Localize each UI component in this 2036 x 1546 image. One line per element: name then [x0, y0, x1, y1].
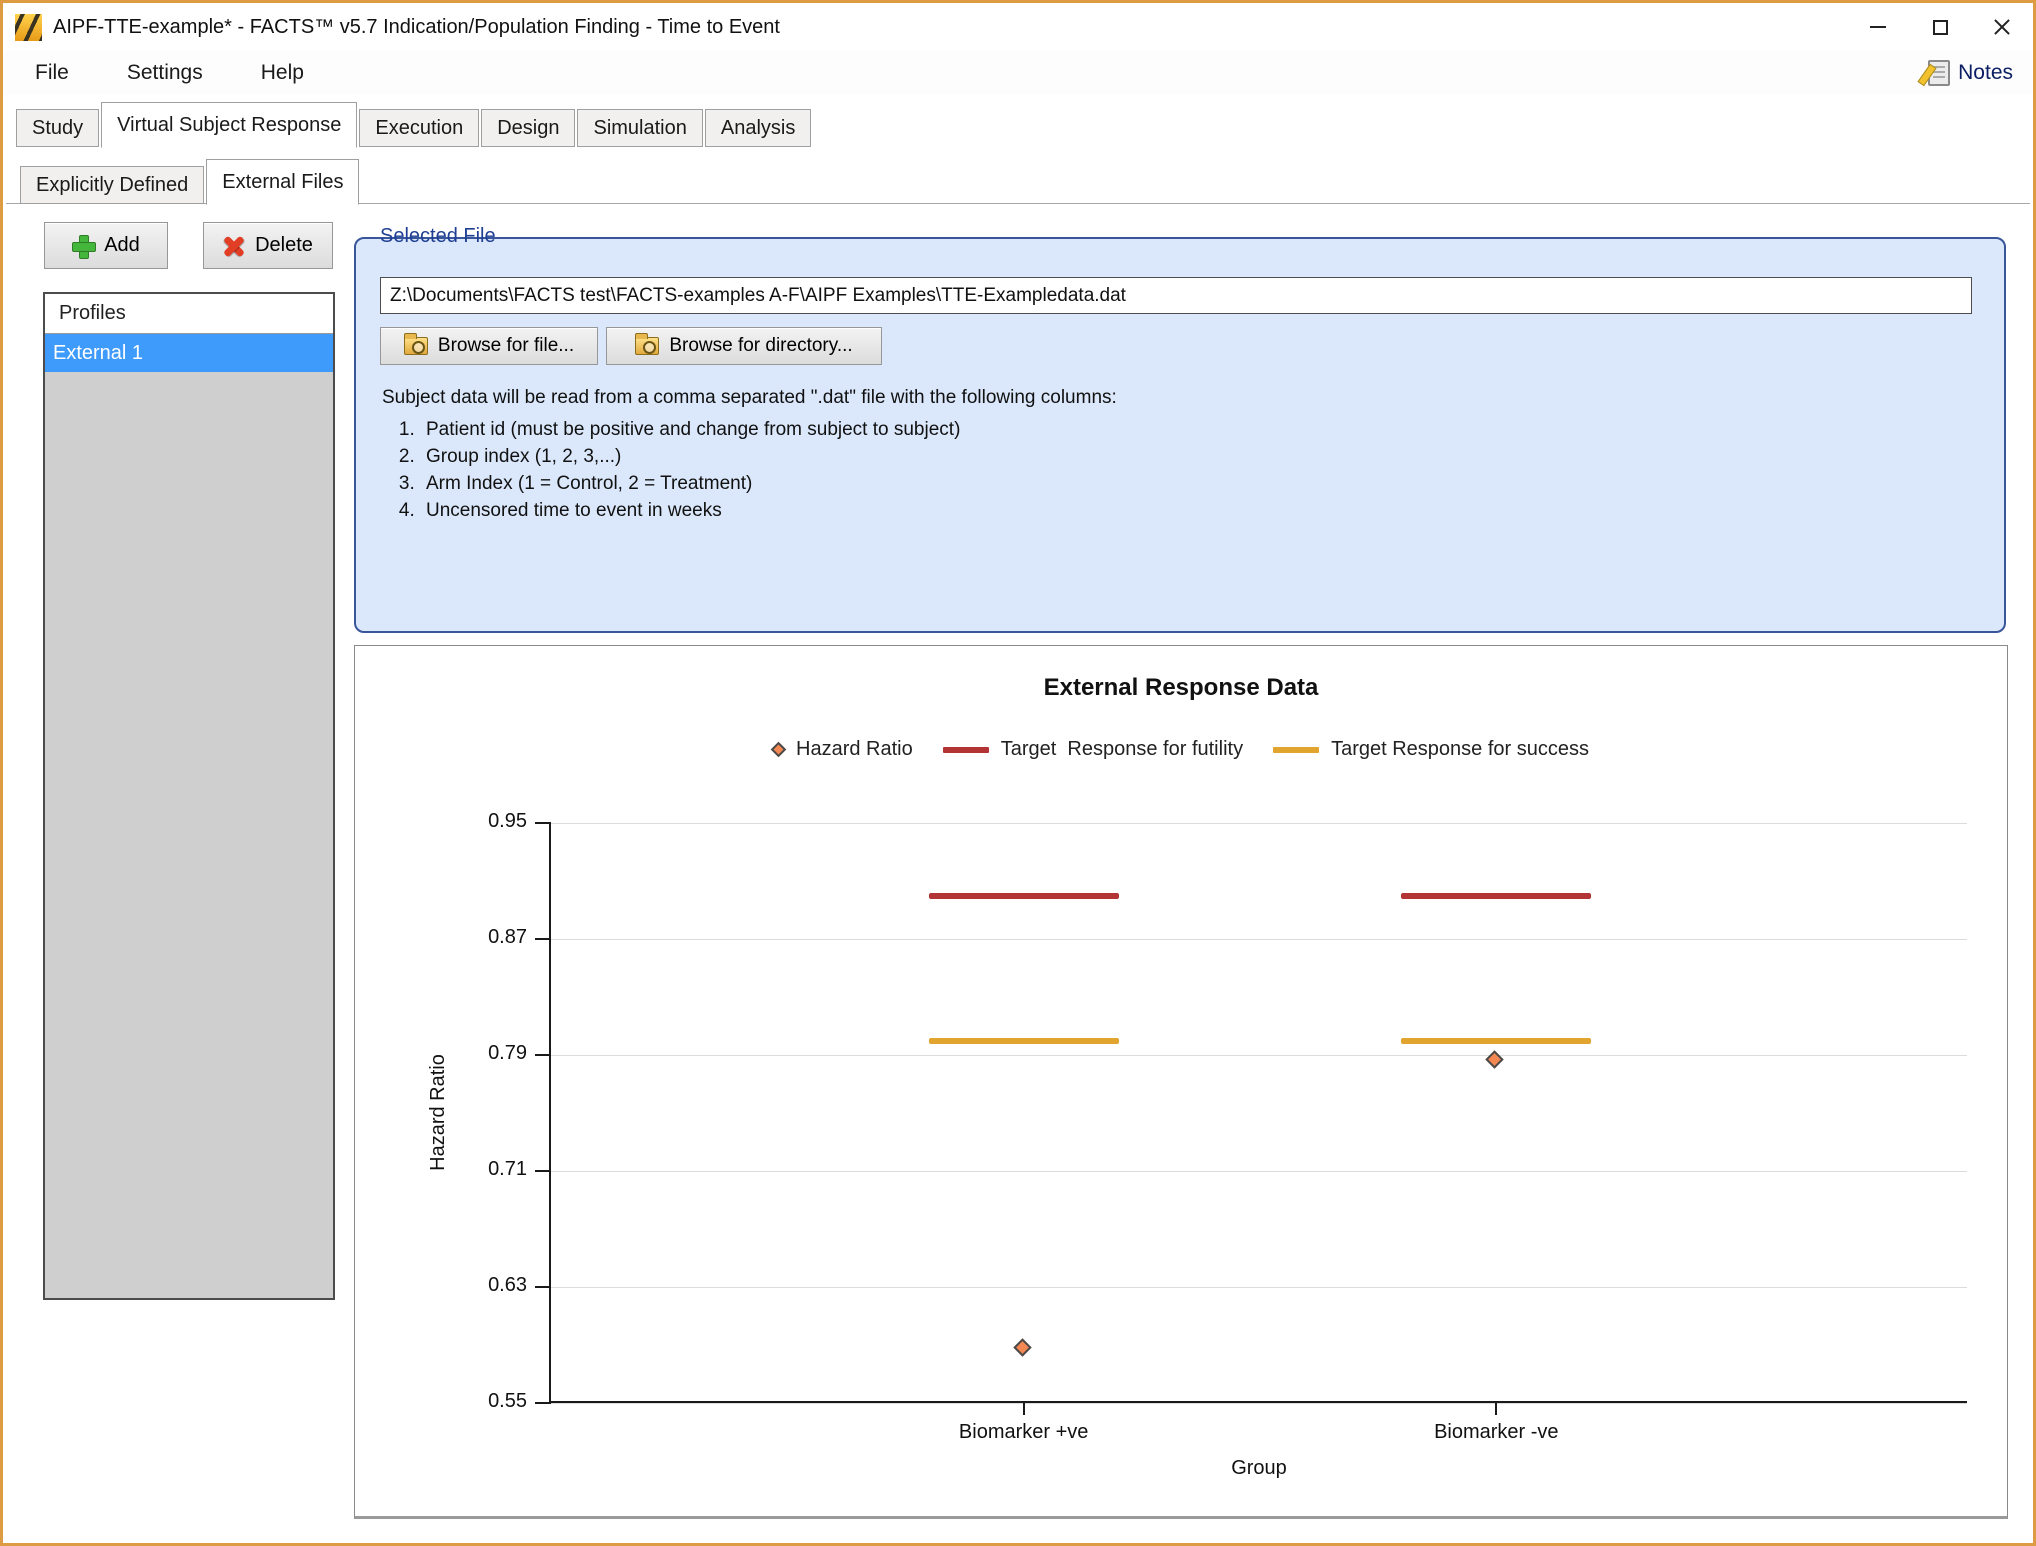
y-tick-mark: [535, 1402, 551, 1404]
chart-legend: Hazard Ratio Target Response for futility…: [355, 738, 2007, 761]
menu-bar: File Settings Help Notes: [3, 51, 2033, 95]
menu-file[interactable]: File: [29, 57, 75, 89]
y-tick-mark: [535, 1054, 551, 1056]
hazard-ratio-point: [1013, 1339, 1031, 1357]
delete-x-icon: [223, 235, 245, 257]
target-response-segment: [1401, 1038, 1591, 1044]
sub-tab-strip: Explicitly Defined External Files: [20, 158, 359, 204]
add-plus-icon: [72, 235, 94, 257]
profile-item-external-1[interactable]: External 1: [45, 334, 333, 372]
y-tick-label: 0.63: [459, 1274, 527, 1297]
window-controls: [1847, 3, 2033, 51]
legend-label: Target Response for futility: [1001, 738, 1243, 761]
gridline: [551, 939, 1967, 940]
add-button[interactable]: Add: [44, 222, 168, 269]
file-column-item: Arm Index (1 = Control, 2 = Treatment): [420, 471, 960, 497]
external-files-page: Add Delete Profiles External 1 Selected …: [6, 203, 2030, 1540]
delete-button-label: Delete: [255, 234, 313, 257]
y-tick-mark: [535, 1286, 551, 1288]
file-column-list: Patient id (must be positive and change …: [420, 417, 960, 525]
notes-button[interactable]: Notes: [1928, 60, 2013, 86]
tab-execution[interactable]: Execution: [359, 109, 479, 147]
tab-explicitly-defined[interactable]: Explicitly Defined: [20, 166, 204, 204]
gridline: [551, 823, 1967, 824]
main-tab-strip: Study Virtual Subject Response Execution…: [16, 101, 811, 147]
x-category-label: Biomarker -ve: [1346, 1421, 1646, 1444]
plot-area: Hazard Ratio Group 0.950.870.790.710.630…: [549, 823, 1967, 1403]
delete-button[interactable]: Delete: [203, 222, 333, 269]
file-column-item: Uncensored time to event in weeks: [420, 498, 960, 524]
profiles-list: Profiles External 1: [43, 292, 335, 1300]
legend-label: Hazard Ratio: [796, 738, 913, 761]
hazard-ratio-point: [1486, 1050, 1504, 1068]
minimize-button[interactable]: [1847, 3, 1909, 51]
legend-item: Target Response for success: [1273, 738, 1589, 761]
y-tick-label: 0.79: [459, 1042, 527, 1065]
profiles-list-header: Profiles: [45, 294, 333, 334]
gridline: [551, 1287, 1967, 1288]
browse-for-file-button[interactable]: Browse for file...: [380, 327, 598, 365]
title-bar: AIPF-TTE-example* - FACTS™ v5.7 Indicati…: [3, 3, 2033, 51]
tab-design[interactable]: Design: [481, 109, 575, 147]
notes-icon: [1928, 60, 1950, 86]
browse-file-label: Browse for file...: [438, 335, 574, 357]
gridline: [551, 1403, 1967, 1404]
x-tick-mark: [1023, 1403, 1025, 1415]
tab-external-files[interactable]: External Files: [206, 159, 359, 205]
menu-help[interactable]: Help: [255, 57, 310, 89]
y-tick-label: 0.95: [459, 810, 527, 833]
file-column-item: Patient id (must be positive and change …: [420, 417, 960, 443]
legend-item: Target Response for futility: [943, 738, 1243, 761]
browse-dir-label: Browse for directory...: [669, 335, 852, 357]
menu-settings[interactable]: Settings: [121, 57, 209, 89]
file-format-description: Subject data will be read from a comma s…: [382, 387, 1117, 409]
folder-search-icon: [635, 337, 659, 355]
y-tick-mark: [535, 822, 551, 824]
target-response-segment: [929, 1038, 1119, 1044]
tab-analysis[interactable]: Analysis: [705, 109, 811, 147]
selected-file-group: Selected File Browse for file... Browse …: [354, 237, 2006, 633]
add-button-label: Add: [104, 234, 140, 257]
legend-item: Hazard Ratio: [773, 738, 913, 761]
chart-panel: External Response Data Hazard Ratio Targe…: [354, 645, 2008, 1519]
gridline: [551, 1171, 1967, 1172]
close-icon: [1993, 18, 2011, 36]
y-tick-label: 0.71: [459, 1158, 527, 1181]
close-button[interactable]: [1971, 3, 2033, 51]
y-tick-mark: [535, 1170, 551, 1172]
y-tick-label: 0.87: [459, 926, 527, 949]
notes-label: Notes: [1958, 61, 2013, 85]
chart-title: External Response Data: [355, 674, 2007, 702]
x-tick-mark: [1495, 1403, 1497, 1415]
legend-line-icon: [1273, 747, 1319, 753]
x-axis-title: Group: [551, 1457, 1967, 1480]
tab-study[interactable]: Study: [16, 109, 99, 147]
file-path-input[interactable]: [380, 277, 1972, 314]
x-category-label: Biomarker +ve: [874, 1421, 1174, 1444]
y-tick-mark: [535, 938, 551, 940]
y-tick-label: 0.55: [459, 1390, 527, 1413]
app-icon: [15, 14, 42, 41]
selected-file-group-label: Selected File: [374, 225, 502, 248]
tab-simulation[interactable]: Simulation: [577, 109, 702, 147]
legend-label: Target Response for success: [1331, 738, 1589, 761]
window-title: AIPF-TTE-example* - FACTS™ v5.7 Indicati…: [53, 16, 780, 39]
tab-virtual-subject-response[interactable]: Virtual Subject Response: [101, 102, 357, 148]
target-response-segment: [929, 893, 1119, 899]
browse-for-directory-button[interactable]: Browse for directory...: [606, 327, 882, 365]
minimize-icon: [1870, 26, 1886, 28]
maximize-button[interactable]: [1909, 3, 1971, 51]
file-column-item: Group index (1, 2, 3,...): [420, 444, 960, 470]
target-response-segment: [1401, 893, 1591, 899]
legend-line-icon: [943, 747, 989, 753]
maximize-icon: [1933, 20, 1948, 35]
gridline: [551, 1055, 1967, 1056]
legend-diamond-icon: [771, 742, 787, 758]
folder-search-icon: [404, 337, 428, 355]
y-axis-title: Hazard Ratio: [423, 823, 453, 1401]
app-window: { "window": { "title": "AIPF-TTE-example…: [0, 0, 2036, 1546]
